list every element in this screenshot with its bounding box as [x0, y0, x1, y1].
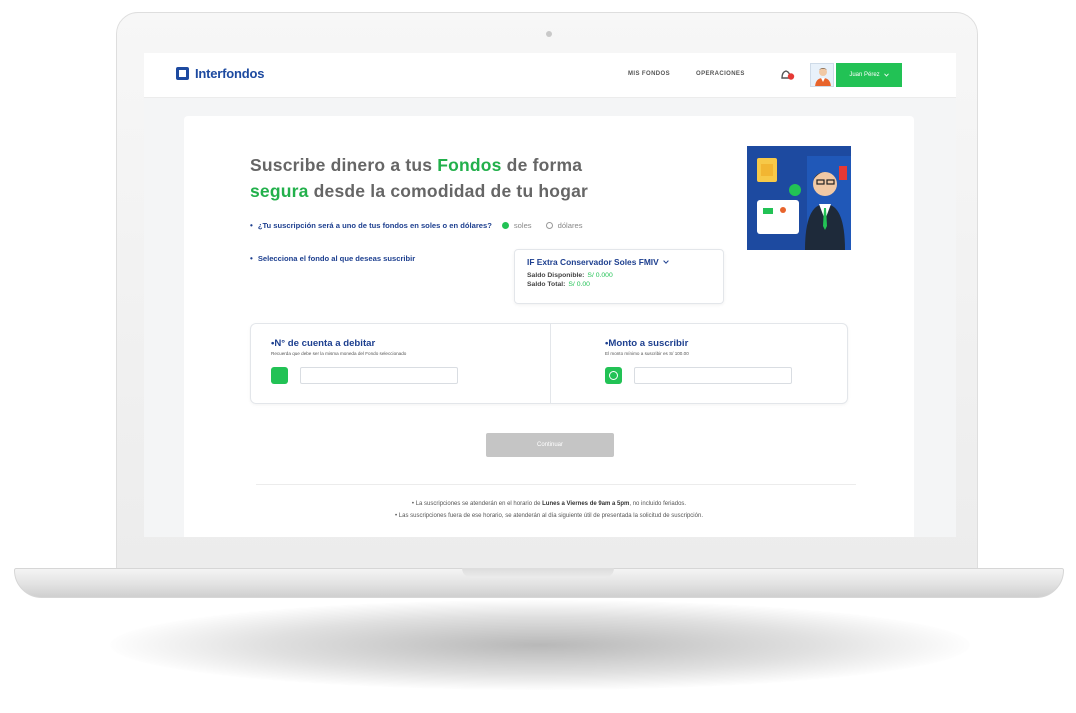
chevron-down-icon [662, 260, 669, 264]
continue-button[interactable]: Continuar [486, 433, 614, 457]
account-title: •N° de cuenta a debitar [271, 338, 376, 349]
account-pane: •N° de cuenta a debitar Recuerda que deb… [251, 324, 551, 403]
laptop-shadow [110, 600, 970, 690]
schedule-note: • La suscripciones se atenderán en el ho… [411, 501, 687, 507]
currency-radio-group: soles dólares [501, 221, 597, 230]
currency-question-row: • ¿Tu suscripción será a uno de tus fond… [250, 221, 597, 230]
brand-name: Interfondos [195, 66, 265, 81]
user-avatar[interactable] [810, 63, 834, 87]
bullet: • [250, 221, 253, 230]
amount-input[interactable] [634, 367, 792, 384]
amount-pane: •Monto a suscribir El monto mínimo a sus… [551, 324, 847, 403]
account-input[interactable] [300, 367, 458, 384]
nav-operaciones[interactable]: OPERACIONES [696, 71, 745, 77]
saldo-disponible: Saldo Disponible: S/ 0.000 [527, 272, 613, 279]
interfondos-logo-icon [176, 67, 189, 80]
hero-illustration [747, 146, 851, 250]
user-menu-button[interactable]: Juan Pérez [836, 63, 902, 87]
coin-icon [605, 367, 622, 384]
wallet-icon [271, 367, 288, 384]
fund-select-label: • Selecciona el fondo al que deseas suscr… [250, 254, 416, 263]
currency-question: ¿Tu suscripción será a uno de tus fondos… [257, 221, 492, 230]
radio-dolares-label[interactable]: dólares [558, 221, 583, 230]
account-field-row [271, 367, 458, 384]
saldo-total: Saldo Total: S/ 0.00 [527, 281, 590, 288]
user-avatar-icon [815, 68, 831, 86]
app-screen: Interfondos MIS FONDOS OPERACIONES Juan … [144, 53, 956, 537]
subscription-card: Suscribe dinero a tus Fondos de forma seg… [184, 116, 914, 537]
fund-selected: IF Extra Conservador Soles FMIV [527, 257, 711, 267]
notification-bell-icon[interactable] [780, 68, 795, 81]
debit-and-amount-panel: •N° de cuenta a debitar Recuerda que deb… [250, 323, 848, 404]
radio-soles-label[interactable]: soles [514, 221, 532, 230]
brand-logo[interactable]: Interfondos [176, 66, 264, 81]
page-title: Suscribe dinero a tus Fondos de forma seg… [250, 155, 589, 201]
amount-subtitle: El monto mínimo a suscribir es S/ 100.00 [605, 351, 689, 356]
nav-mis-fondos[interactable]: MIS FONDOS [628, 71, 670, 77]
laptop-notch [462, 568, 614, 578]
radio-dolares[interactable] [545, 222, 553, 229]
top-navigation-bar: Interfondos MIS FONDOS OPERACIONES Juan … [144, 53, 956, 98]
user-name: Juan Pérez [849, 72, 880, 78]
account-subtitle: Recuerda que debe ser la misma moneda de… [271, 351, 407, 356]
radio-soles[interactable] [501, 222, 509, 229]
divider [256, 484, 856, 485]
amount-field-row [605, 367, 792, 384]
amount-title: •Monto a suscribir [605, 338, 689, 349]
after-hours-note: • Las suscripciones fuera de ese horario… [395, 513, 703, 519]
laptop-camera [546, 31, 552, 37]
chevron-down-icon [883, 73, 889, 77]
fund-dropdown[interactable]: IF Extra Conservador Soles FMIV Saldo Di… [514, 249, 724, 304]
